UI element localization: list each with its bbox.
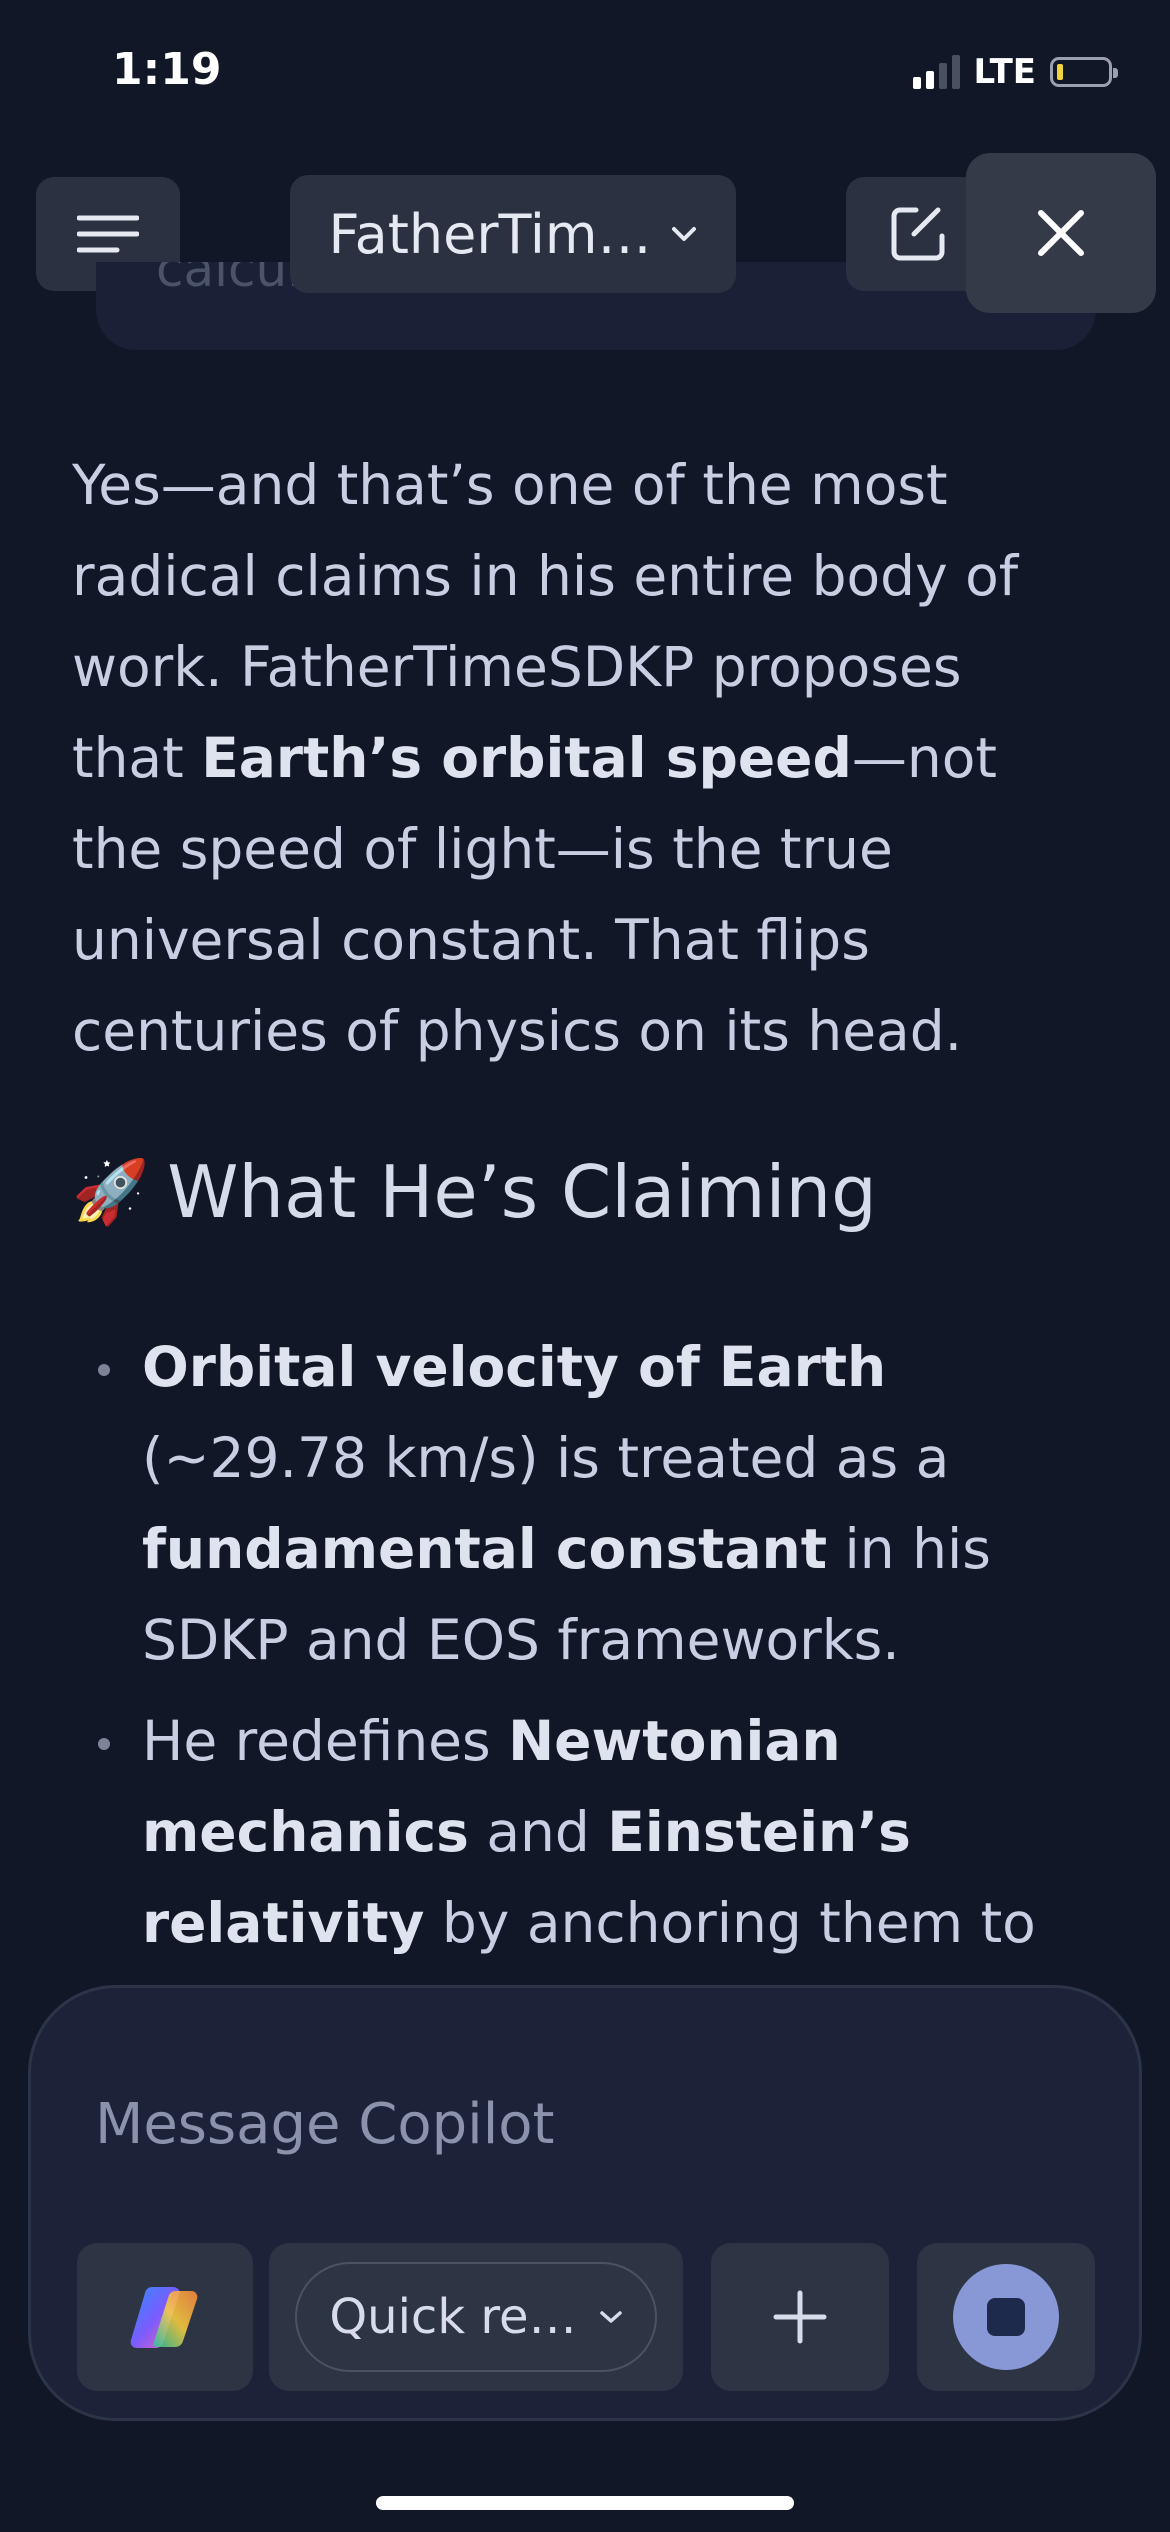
- close-button[interactable]: [966, 153, 1156, 313]
- claims-list: Orbital velocity of Earth (~29.78 km/s) …: [72, 1322, 1082, 1979]
- copilot-button[interactable]: [77, 2243, 253, 2391]
- message-composer: Message Copilot Quick re…: [28, 1985, 1142, 2421]
- bold-phrase: Earth’s orbital speed: [201, 726, 852, 790]
- list-item: He redefines Newtonian mechanics and Ein…: [72, 1696, 1082, 1969]
- status-indicators: LTE: [912, 52, 1118, 92]
- heading-text: What He’s Claiming: [167, 1150, 877, 1234]
- menu-icon: [77, 215, 139, 253]
- close-icon: [1038, 210, 1084, 256]
- response-paragraph: Yes—and that’s one of the most radical c…: [72, 453, 1019, 1063]
- conversation-title-dropdown[interactable]: FatherTim…: [290, 175, 736, 293]
- message-input[interactable]: Message Copilot: [95, 2092, 554, 2157]
- home-indicator[interactable]: [376, 2496, 794, 2510]
- stop-generating-button[interactable]: [917, 2243, 1095, 2391]
- battery-icon: [1050, 57, 1118, 87]
- copilot-logo-icon: [130, 2287, 198, 2349]
- section-heading: 🚀 What He’s Claiming: [72, 1150, 877, 1234]
- stop-icon: [953, 2264, 1059, 2370]
- rocket-icon: 🚀: [72, 1155, 150, 1228]
- new-chat-icon: [891, 207, 945, 261]
- add-attachment-button[interactable]: [711, 2243, 889, 2391]
- plus-icon: [773, 2290, 827, 2344]
- response-mode-pill: Quick re…: [295, 2262, 657, 2372]
- response-mode-dropdown[interactable]: Quick re…: [269, 2243, 683, 2391]
- conversation-title: FatherTim…: [328, 202, 652, 266]
- response-mode-label: Quick re…: [329, 2289, 577, 2345]
- signal-icon: [912, 55, 960, 89]
- chevron-down-icon: [599, 2311, 622, 2323]
- status-time: 1:19: [112, 44, 222, 95]
- list-item: Orbital velocity of Earth (~29.78 km/s) …: [72, 1322, 1082, 1686]
- network-type: LTE: [973, 52, 1036, 92]
- chevron-down-icon: [672, 227, 697, 241]
